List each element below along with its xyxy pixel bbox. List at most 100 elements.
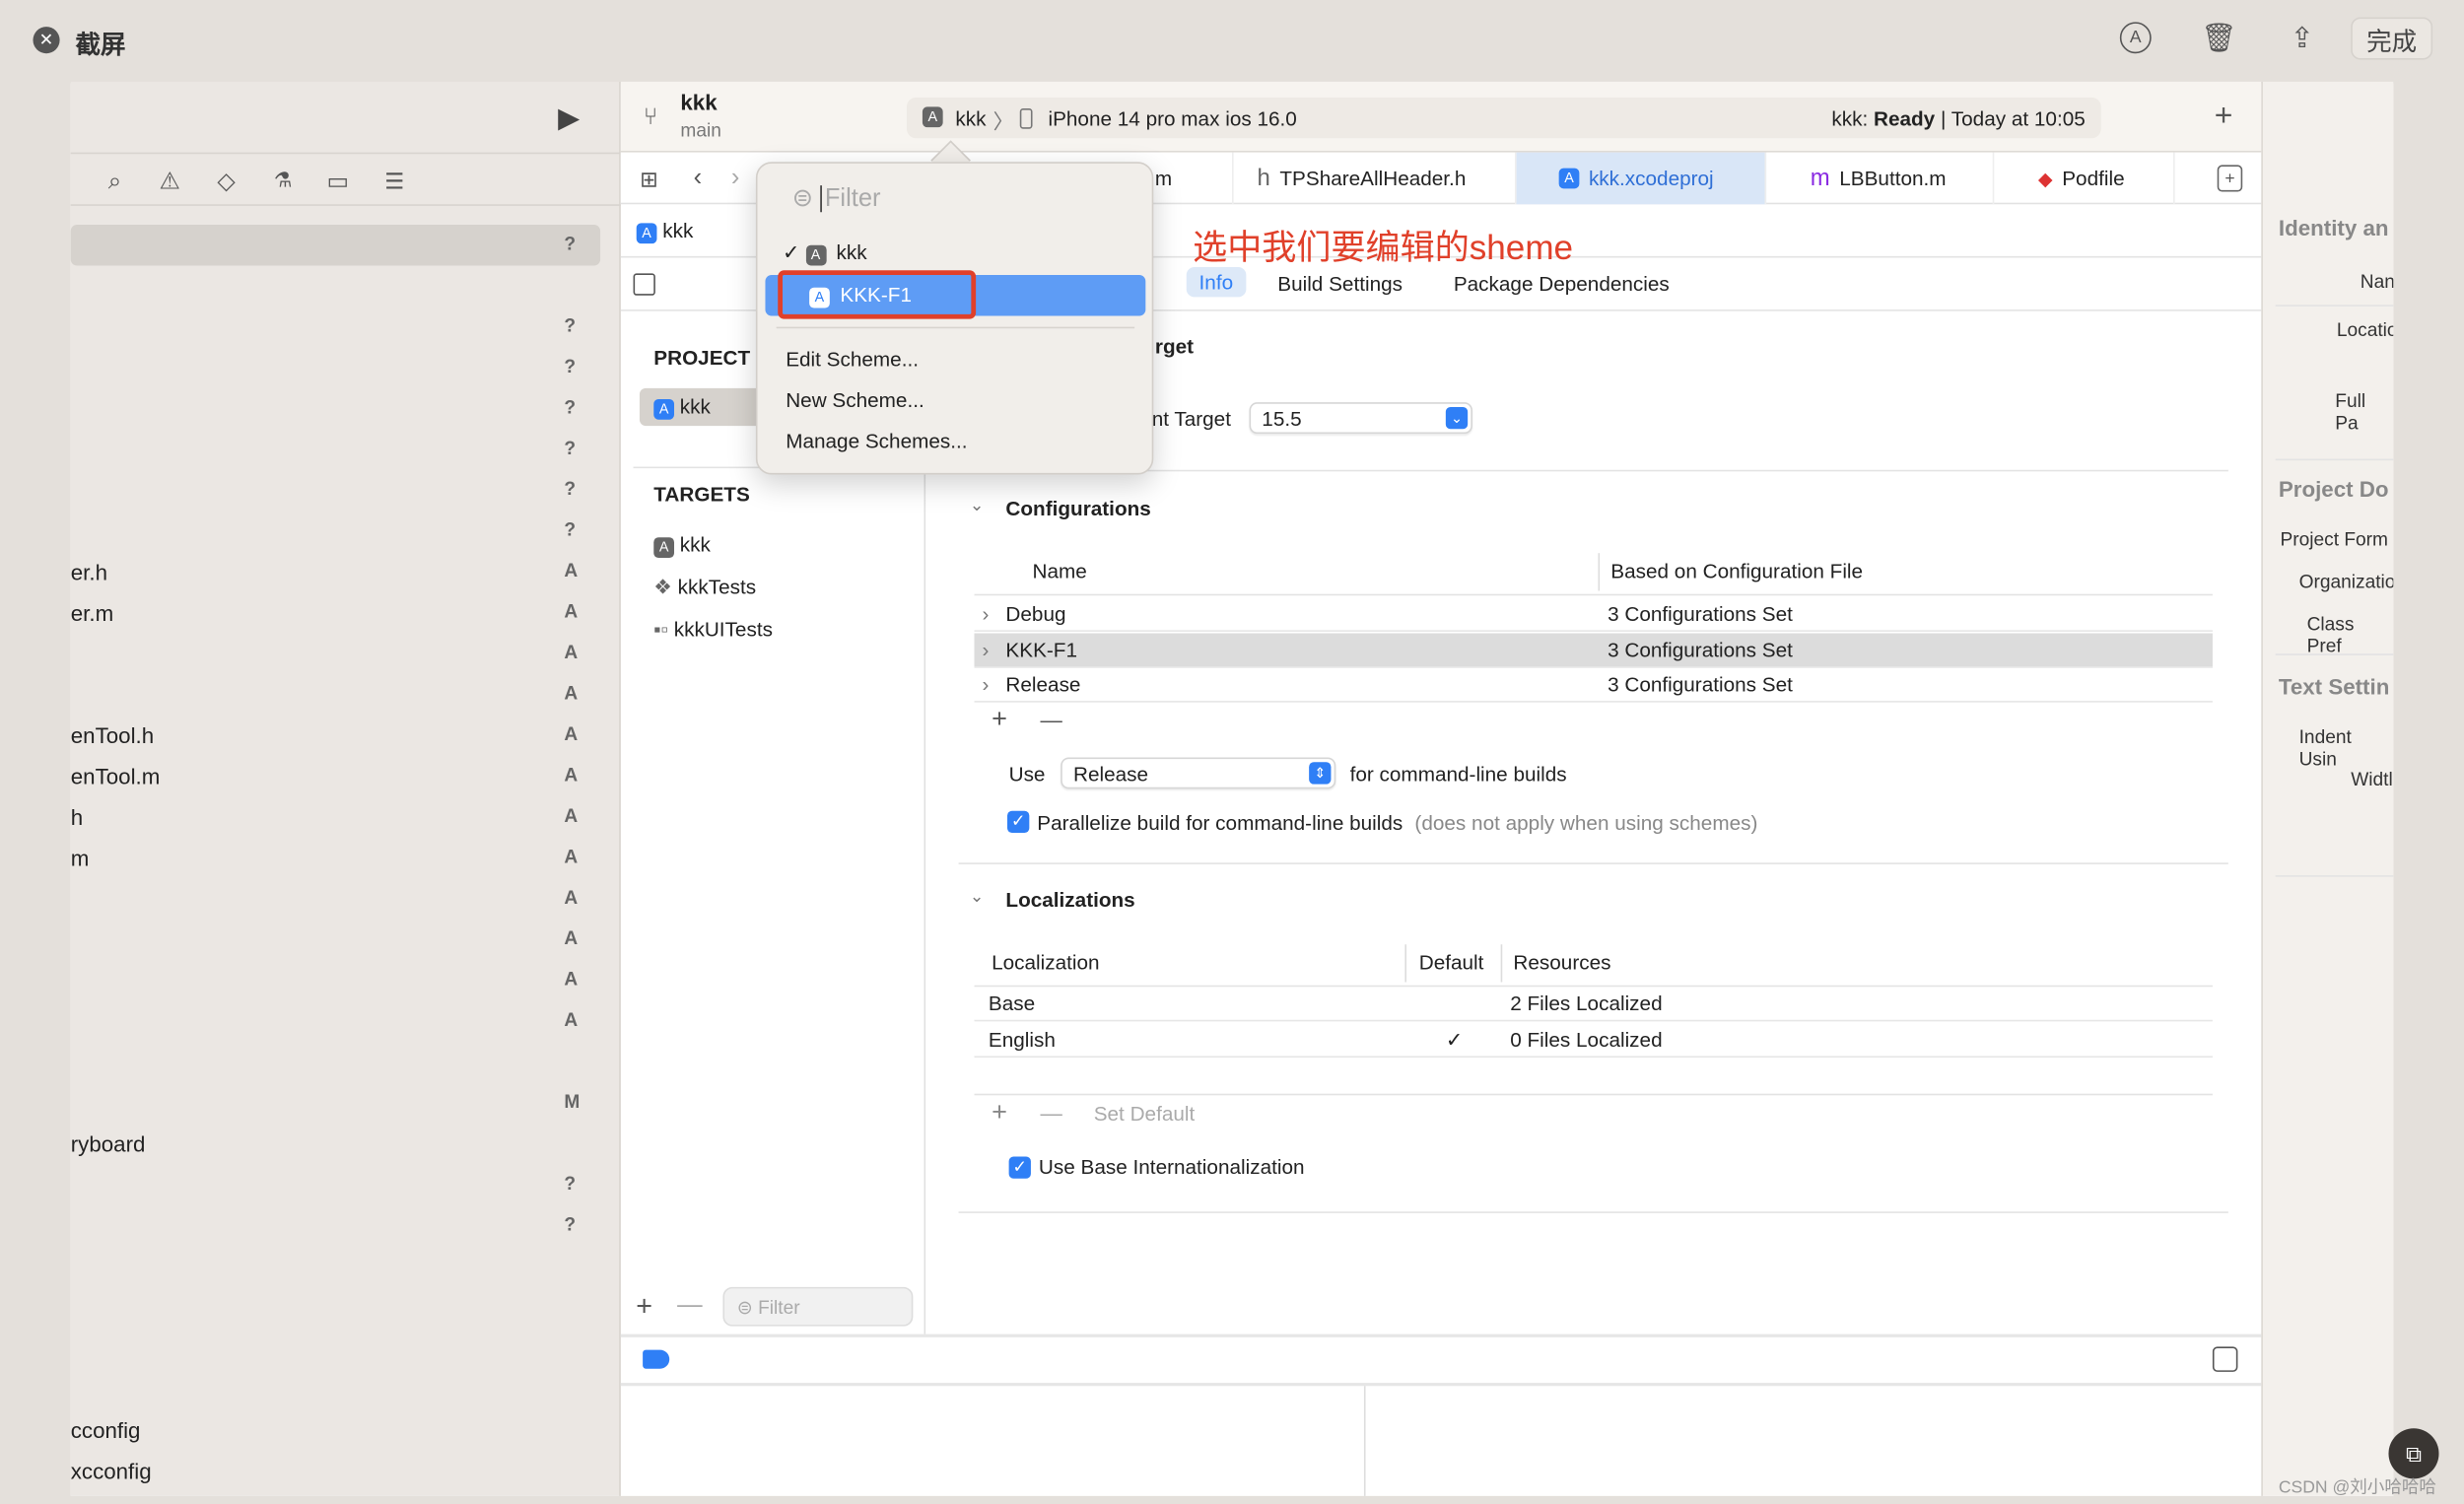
file-list-item[interactable]: hA	[71, 796, 621, 837]
configuration-row[interactable]: › KKK-F1 3 Configurations Set	[974, 632, 2213, 667]
test-icon[interactable]: ◇	[211, 165, 242, 196]
disclosure-chevron-icon[interactable]: ›	[983, 638, 990, 661]
file-list-item[interactable]	[71, 1246, 621, 1286]
deployment-heading: rget	[1154, 334, 1195, 359]
screenshot-title: 截屏	[75, 33, 126, 60]
use-base-internationalization-checkbox[interactable]: ✓	[1008, 1156, 1031, 1179]
file-list-item[interactable]: A	[71, 674, 621, 715]
report-icon[interactable]: ☰	[378, 165, 410, 196]
file-list-item[interactable]: ?	[71, 1205, 621, 1246]
sidebar-toggle-icon[interactable]	[633, 273, 655, 296]
file-list-item[interactable]: enTool.m A	[71, 756, 621, 796]
git-status-badge: A	[564, 600, 579, 623]
file-list-item[interactable]: A	[71, 878, 621, 919]
file-list-item[interactable]: mA	[71, 838, 621, 878]
file-list-item[interactable]: ?	[71, 470, 621, 511]
edit-scheme-menu-item[interactable]: Edit Scheme...	[786, 347, 919, 371]
parallelize-checkbox[interactable]: ✓	[1007, 810, 1030, 834]
scheme-selector[interactable]: A kkk 〉 iPhone 14 pro max ios 16.0 kkk: …	[906, 97, 2101, 139]
share-icon[interactable]: ⇪	[2287, 19, 2318, 56]
target-kkkuitests[interactable]: ▪▫ kkkUITests	[653, 618, 773, 642]
disclosure-chevron-icon[interactable]: ›	[983, 672, 990, 696]
markup-icon[interactable]: A	[2119, 22, 2152, 54]
file-list-item[interactable]: ?	[71, 429, 621, 469]
remove-target-icon[interactable]: —	[676, 1292, 705, 1321]
console-toggle-icon[interactable]	[2212, 1346, 2238, 1372]
remove-localization-icon[interactable]: —	[1037, 1100, 1065, 1126]
file-list-item[interactable]: er.h A	[71, 552, 621, 592]
file-list-item[interactable]: M	[71, 1083, 621, 1124]
scheme-filter-input[interactable]: ⊜ Filter	[792, 182, 1138, 217]
search-icon[interactable]: ⌕	[99, 165, 130, 196]
tab-package-dependencies[interactable]: Package Dependencies	[1454, 272, 1670, 296]
configuration-row[interactable]: › Debug 3 Configurations Set	[974, 597, 2213, 632]
device-name[interactable]: iPhone 14 pro max ios 16.0	[1048, 106, 1296, 130]
configurations-chevron-icon[interactable]: ⌄	[970, 495, 985, 515]
add-editor-icon[interactable]: +	[2217, 165, 2243, 192]
breadcrumb[interactable]: A kkk	[636, 219, 693, 244]
remove-configuration-icon[interactable]: —	[1037, 707, 1065, 732]
breakpoints-toggle-icon[interactable]	[643, 1349, 670, 1369]
phone-icon	[1019, 108, 1033, 129]
loc-col-resources: Resources	[1513, 950, 1611, 975]
file-list-item[interactable]: ?	[70, 224, 601, 266]
target-kkk[interactable]: A kkk	[653, 533, 711, 559]
run-button[interactable]: ▶	[552, 101, 586, 135]
file-list-item[interactable]: A	[71, 920, 621, 960]
target-kkktests[interactable]: ❖ kkkTests	[653, 576, 756, 601]
warning-icon[interactable]: ⚠	[154, 165, 185, 196]
file-list-item[interactable]: enTool.h A	[71, 715, 621, 755]
file-list-item[interactable]	[71, 265, 621, 306]
file-list-item[interactable]	[71, 1287, 621, 1328]
grid-icon[interactable]: ⊞	[634, 164, 665, 195]
file-list-item[interactable]: cconfig	[71, 1409, 621, 1450]
file-list-item[interactable]	[71, 1369, 621, 1409]
file-list-item[interactable]: ryboard	[71, 1124, 621, 1164]
file-list-item[interactable]: xcconfig	[71, 1451, 621, 1491]
back-icon[interactable]: ‹	[687, 164, 709, 195]
text-recognition-button[interactable]: ⧉	[2388, 1428, 2439, 1479]
set-default-button[interactable]: Set Default	[1094, 1102, 1196, 1126]
file-list-item[interactable]: A	[71, 634, 621, 674]
close-icon[interactable]: ✕	[33, 27, 60, 54]
project-item-kkk[interactable]: A kkk	[639, 387, 766, 427]
file-list-item[interactable]: ?	[71, 347, 621, 387]
breakpoint-icon[interactable]: ▭	[322, 165, 354, 196]
file-list-item[interactable]: ?	[71, 1164, 621, 1204]
file-list-item[interactable]: A	[71, 1001, 621, 1042]
file-list-item[interactable]	[71, 1328, 621, 1368]
scheme-option-kkk[interactable]: ✓ A kkk	[783, 240, 867, 266]
file-list-item[interactable]: er.m A	[71, 592, 621, 633]
trash-icon[interactable]: 🗑	[2201, 21, 2236, 55]
done-button[interactable]: 完成	[2351, 17, 2433, 60]
deployment-target-select[interactable]: 15.5 ⌄	[1249, 402, 1472, 435]
tab-tpshareallheader[interactable]: h TPShareAllHeader.h	[1242, 152, 1517, 205]
tab-xcodeproj[interactable]: Akkk.xcodeproj	[1516, 152, 1767, 205]
file-list-item[interactable]: ?	[71, 307, 621, 347]
file-list-item[interactable]: A	[71, 960, 621, 1000]
add-localization-icon[interactable]: +	[987, 1097, 1012, 1127]
tab-info[interactable]: Info	[1186, 267, 1246, 298]
add-configuration-icon[interactable]: +	[987, 704, 1012, 733]
target-filter-input[interactable]: ⊜ Filter	[722, 1286, 914, 1327]
add-target-icon[interactable]: +	[630, 1289, 658, 1321]
command-line-config-select[interactable]: Release ⇕	[1061, 757, 1336, 789]
scheme-name[interactable]: kkk	[955, 106, 986, 130]
file-list-item[interactable]: ?	[71, 511, 621, 551]
configuration-row[interactable]: › Release 3 Configurations Set	[974, 668, 2213, 703]
tab-podfile[interactable]: ◆ Podfile	[1994, 152, 2175, 205]
localization-row[interactable]: Base 2 Files Localized	[974, 987, 2213, 1022]
add-icon[interactable]: +	[2208, 99, 2239, 133]
localization-row[interactable]: English ✓ 0 Files Localized	[974, 1023, 2213, 1059]
localizations-chevron-icon[interactable]: ⌄	[970, 886, 985, 907]
tab-build-settings[interactable]: Build Settings	[1277, 272, 1403, 296]
file-list-item[interactable]	[71, 1042, 621, 1082]
header-file-icon: h	[1257, 165, 1270, 192]
tab-lbbutton[interactable]: m LBButton.m	[1766, 152, 1995, 205]
new-scheme-menu-item[interactable]: New Scheme...	[786, 388, 924, 412]
debug-icon[interactable]: ⚗	[267, 165, 299, 196]
manage-schemes-menu-item[interactable]: Manage Schemes...	[786, 429, 967, 452]
disclosure-chevron-icon[interactable]: ›	[983, 602, 990, 626]
forward-icon[interactable]: ›	[724, 164, 746, 195]
file-list-item[interactable]: ?	[71, 388, 621, 429]
